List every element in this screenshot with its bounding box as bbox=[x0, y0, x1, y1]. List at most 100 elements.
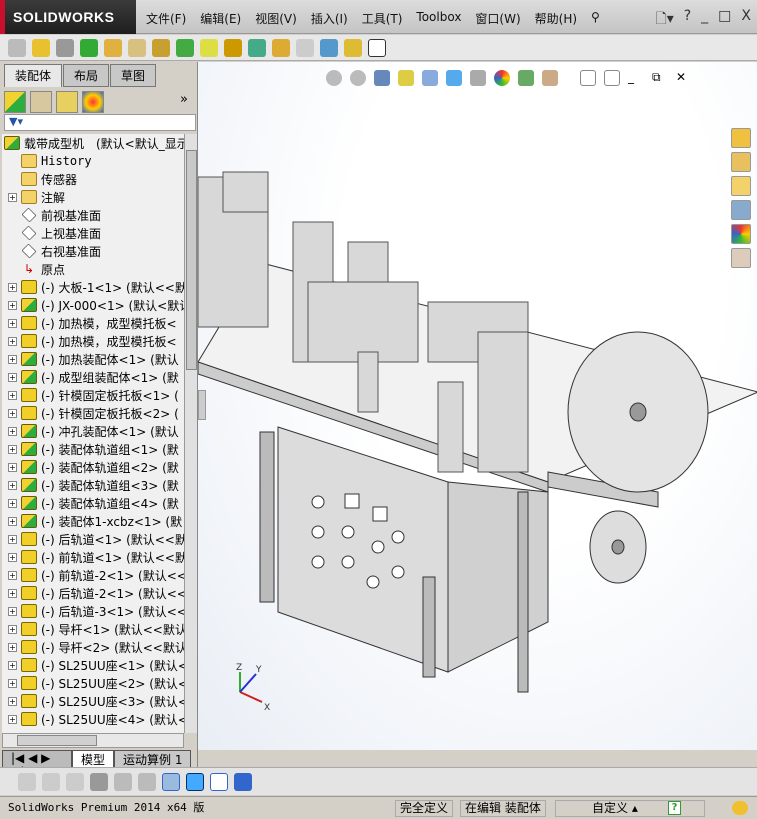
triad-view-icon[interactable] bbox=[162, 772, 180, 791]
bill-of-materials-icon[interactable] bbox=[248, 38, 266, 57]
tree-item[interactable]: + (-) 后轨道<1> (默认<<默 bbox=[2, 530, 184, 548]
tree-item[interactable]: 传感器 bbox=[2, 170, 184, 188]
panel-collapse-handle[interactable] bbox=[198, 390, 206, 420]
configuration-manager-icon[interactable] bbox=[56, 91, 78, 113]
assembly-model[interactable]: Z Y X bbox=[198, 62, 757, 750]
tree-item[interactable]: + (-) 冲孔装配体<1> (默认 bbox=[2, 422, 184, 440]
close-button[interactable]: X bbox=[741, 8, 751, 32]
mate-icon[interactable] bbox=[56, 38, 74, 57]
restore-button[interactable]: □ bbox=[718, 8, 731, 32]
motion-tool-icon[interactable] bbox=[18, 772, 36, 791]
tree-item[interactable]: + (-) JX-000<1> (默认<默认 bbox=[2, 296, 184, 314]
tree-item[interactable]: + (-) SL25UU座<4> (默认<< bbox=[2, 710, 184, 728]
tree-item[interactable]: History bbox=[2, 152, 184, 170]
expand-icon[interactable]: + bbox=[8, 336, 17, 346]
expand-icon[interactable]: + bbox=[8, 372, 17, 382]
menu-edit[interactable]: 编辑(E) bbox=[200, 10, 241, 27]
tree-item[interactable]: + 注解 bbox=[2, 188, 184, 206]
menu-window[interactable]: 窗口(W) bbox=[475, 10, 520, 27]
cube-view-icon[interactable] bbox=[186, 772, 204, 791]
insert-component-icon[interactable] bbox=[32, 38, 50, 57]
reference-geometry-icon[interactable] bbox=[200, 38, 218, 57]
save-icon[interactable] bbox=[234, 772, 252, 791]
tree-item[interactable]: + (-) 前轨道<1> (默认<<默 bbox=[2, 548, 184, 566]
tree-item[interactable]: + (-) 后轨道-3<1> (默认<< bbox=[2, 602, 184, 620]
expand-icon[interactable]: + bbox=[8, 462, 17, 472]
tree-item[interactable]: 前视基准面 bbox=[2, 206, 184, 224]
feature-manager-icon[interactable] bbox=[4, 91, 26, 113]
expand-icon[interactable]: + bbox=[8, 588, 17, 598]
menu-help[interactable]: 帮助(H) bbox=[535, 10, 577, 27]
tree-item[interactable]: + (-) 针模固定板托板<1> ( bbox=[2, 386, 184, 404]
scroll-thumb[interactable] bbox=[186, 150, 197, 370]
expand-icon[interactable]: + bbox=[8, 300, 17, 310]
tree-item[interactable]: + (-) SL25UU座<1> (默认<< bbox=[2, 656, 184, 674]
expand-icon[interactable]: + bbox=[8, 318, 17, 328]
view-palette-icon[interactable] bbox=[731, 200, 751, 220]
tree-item[interactable]: + (-) 成型组装配体<1> (默 bbox=[2, 368, 184, 386]
tag-icon[interactable] bbox=[732, 801, 748, 815]
tree-item[interactable]: + (-) 针模固定板托板<2> ( bbox=[2, 404, 184, 422]
exploded-view-icon[interactable] bbox=[272, 38, 290, 57]
expand-icon[interactable]: + bbox=[8, 390, 17, 400]
menu-toolbox[interactable]: Toolbox bbox=[416, 10, 461, 27]
menu-view[interactable]: 视图(V) bbox=[255, 10, 297, 27]
tree-item[interactable]: + (-) SL25UU座<3> (默认<< bbox=[2, 692, 184, 710]
pin-icon[interactable]: ⚲ bbox=[591, 10, 600, 27]
tree-item[interactable]: + (-) 大板-1<1> (默认<<默 bbox=[2, 278, 184, 296]
expand-icon[interactable]: + bbox=[8, 480, 17, 490]
tree-item[interactable]: + (-) 装配体1-xcbz<1> (默 bbox=[2, 512, 184, 530]
tree-item[interactable]: + (-) 装配体轨道组<1> (默 bbox=[2, 440, 184, 458]
tab-layout[interactable]: 布局 bbox=[63, 64, 110, 87]
menu-insert[interactable]: 插入(I) bbox=[311, 10, 348, 27]
expand-tabs-icon[interactable]: » bbox=[180, 92, 188, 107]
explode-line-icon[interactable] bbox=[296, 38, 314, 57]
expand-icon[interactable]: + bbox=[8, 606, 17, 616]
expand-icon[interactable]: + bbox=[8, 570, 17, 580]
expand-icon[interactable]: + bbox=[8, 192, 17, 202]
tree-horizontal-scrollbar[interactable] bbox=[2, 733, 184, 748]
tree-vertical-scrollbar[interactable] bbox=[184, 134, 197, 733]
expand-icon[interactable]: + bbox=[8, 696, 17, 706]
new-motion-study-icon[interactable] bbox=[224, 38, 242, 57]
property-manager-icon[interactable] bbox=[30, 91, 52, 113]
menu-tools[interactable]: 工具(T) bbox=[362, 10, 403, 27]
tree-item[interactable]: 上视基准面 bbox=[2, 224, 184, 242]
tree-item[interactable]: + (-) 前轨道-2<1> (默认<< bbox=[2, 566, 184, 584]
tree-item[interactable]: + (-) 导杆<2> (默认<<默认 bbox=[2, 638, 184, 656]
minimize-button[interactable]: _ bbox=[701, 8, 708, 32]
scroll-thumb[interactable] bbox=[17, 735, 97, 746]
help-icon[interactable]: ? bbox=[684, 8, 691, 32]
expand-icon[interactable]: + bbox=[8, 498, 17, 508]
motion-tool-icon[interactable] bbox=[42, 772, 60, 791]
table-icon[interactable] bbox=[210, 772, 228, 791]
expand-icon[interactable]: + bbox=[8, 534, 17, 544]
expand-icon[interactable]: + bbox=[8, 444, 17, 454]
file-explorer-icon[interactable] bbox=[731, 176, 751, 196]
tree-item[interactable]: + (-) 导杆<1> (默认<<默认 bbox=[2, 620, 184, 638]
design-library-icon[interactable] bbox=[731, 152, 751, 172]
arrows-icon[interactable] bbox=[138, 772, 156, 791]
home-icon[interactable] bbox=[731, 128, 751, 148]
filter-icon[interactable]: ▼▾ bbox=[9, 115, 23, 128]
expand-icon[interactable]: + bbox=[8, 354, 17, 364]
tree-item[interactable]: 右视基准面 bbox=[2, 242, 184, 260]
tree-item[interactable]: + (-) 装配体轨道组<3> (默 bbox=[2, 476, 184, 494]
expand-icon[interactable]: + bbox=[8, 282, 17, 292]
expand-icon[interactable]: + bbox=[8, 516, 17, 526]
tree-item[interactable]: + (-) 装配体轨道组<2> (默 bbox=[2, 458, 184, 476]
edit-component-icon[interactable] bbox=[8, 38, 26, 57]
tree-item[interactable]: 载带成型机 (默认<默认_显示 bbox=[2, 134, 184, 152]
tab-assembly[interactable]: 装配体 bbox=[4, 64, 63, 87]
tree-item[interactable]: + (-) 后轨道-2<1> (默认<< bbox=[2, 584, 184, 602]
custom-properties-icon[interactable] bbox=[731, 248, 751, 268]
expand-icon[interactable]: + bbox=[8, 678, 17, 688]
tree-item[interactable]: + (-) 加热模，成型模托板< bbox=[2, 314, 184, 332]
move-component-icon[interactable] bbox=[128, 38, 146, 57]
tree-item[interactable]: ↳ 原点 bbox=[2, 260, 184, 278]
interference-icon[interactable] bbox=[320, 38, 338, 57]
expand-icon[interactable]: + bbox=[8, 408, 17, 418]
lines-icon[interactable] bbox=[90, 772, 108, 791]
solidworks-logo[interactable]: SOLIDWORKS bbox=[0, 0, 136, 34]
help-icon[interactable]: ? bbox=[668, 801, 681, 815]
